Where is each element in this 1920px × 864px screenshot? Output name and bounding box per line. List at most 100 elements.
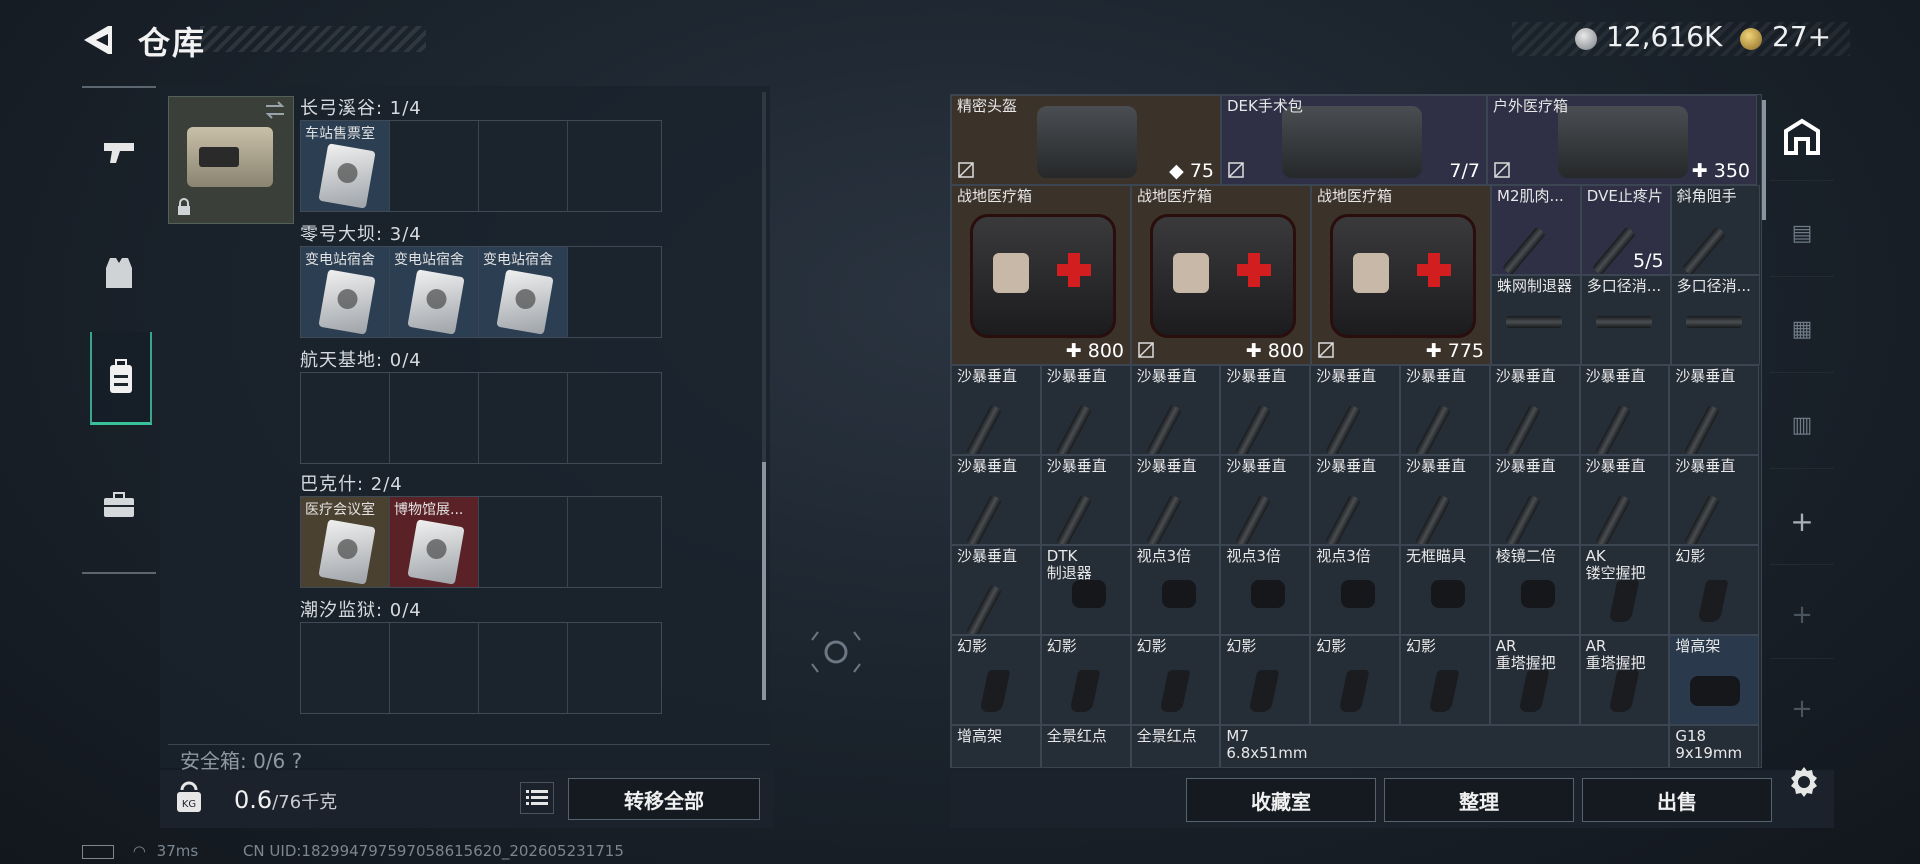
inventory-item[interactable]: 多口径消... bbox=[1580, 275, 1671, 365]
collection-room-button[interactable]: 收藏室 bbox=[1186, 778, 1376, 822]
item-name: 沙暴垂直 bbox=[1136, 367, 1197, 385]
nav-briefcase[interactable] bbox=[90, 460, 148, 550]
inventory-item[interactable]: M7 6.8x51mm bbox=[1220, 725, 1670, 767]
item-image bbox=[1681, 226, 1726, 274]
storage-icon bbox=[1784, 118, 1820, 155]
inventory-item[interactable]: 战地医疗箱 ✚ 800 bbox=[1131, 185, 1311, 365]
inventory-item[interactable]: AK 镂空握把 bbox=[1579, 545, 1670, 635]
inventory-item[interactable]: DVE止疼片 5/5 bbox=[1580, 185, 1671, 275]
inventory-item[interactable]: AR 重塔握把 bbox=[1489, 635, 1580, 725]
item-name: 棱镜二倍 bbox=[1495, 547, 1556, 565]
inventory-item[interactable]: 沙暴垂直 bbox=[951, 545, 1041, 635]
back-arrow-icon[interactable] bbox=[80, 22, 116, 58]
tab-storage-main[interactable] bbox=[1770, 94, 1834, 181]
inventory-item[interactable]: 沙暴垂直 bbox=[1579, 365, 1670, 455]
nav-armor[interactable] bbox=[90, 228, 148, 318]
inventory-item[interactable]: 幻影 bbox=[1040, 635, 1131, 725]
inventory-item[interactable]: 沙暴垂直 bbox=[1130, 455, 1221, 545]
page-title: 仓库 bbox=[138, 24, 207, 62]
item-name: AR 重塔握把 bbox=[1585, 637, 1646, 672]
tab-storage-iii[interactable]: ▥ bbox=[1770, 382, 1834, 469]
inventory-item[interactable]: 沙暴垂直 bbox=[1400, 455, 1490, 545]
category-nav bbox=[82, 86, 156, 574]
inventory-item[interactable]: 沙暴垂直 bbox=[1310, 455, 1400, 545]
inventory-item[interactable]: 幻影 bbox=[1220, 635, 1311, 725]
gear-icon[interactable] bbox=[1786, 764, 1822, 800]
item-image bbox=[1150, 214, 1296, 338]
inventory-item[interactable]: 无框瞄具 bbox=[1400, 545, 1490, 635]
no-insurance-icon bbox=[958, 162, 974, 178]
inventory-item[interactable]: 沙暴垂直 bbox=[1400, 365, 1490, 455]
inventory-item[interactable]: 战地医疗箱 ✚ 775 bbox=[1311, 185, 1491, 365]
item-name: 户外医疗箱 bbox=[1493, 97, 1569, 115]
key-card-slot[interactable]: 车站售票室 bbox=[301, 121, 390, 211]
key-card-slot[interactable]: 博物馆展... bbox=[390, 497, 479, 587]
inventory-item[interactable]: 蛛网制退器 bbox=[1491, 275, 1581, 365]
inventory-item[interactable]: 沙暴垂直 bbox=[1489, 365, 1580, 455]
tab-storage-iv-a[interactable]: ▤ bbox=[1770, 190, 1834, 277]
key-card-slot[interactable]: 变电站宿舍 bbox=[390, 247, 479, 337]
item-value-text: 775 bbox=[1447, 340, 1484, 362]
inventory-item[interactable]: DEK手术包 7/7 bbox=[1221, 95, 1487, 185]
inventory-item[interactable]: 视点3倍 bbox=[1310, 545, 1400, 635]
map-section-label: 潮汐监狱: 0/4 bbox=[300, 600, 422, 621]
inventory-item[interactable]: 沙暴垂直 bbox=[951, 365, 1041, 455]
transfer-all-button[interactable]: 转移全部 bbox=[568, 778, 760, 820]
inventory-item[interactable]: 沙暴垂直 bbox=[1310, 365, 1400, 455]
inventory-item[interactable]: 沙暴垂直 bbox=[1489, 455, 1580, 545]
inventory-item[interactable]: 幻影 bbox=[951, 635, 1041, 725]
inventory-item[interactable]: 多口径消... bbox=[1670, 275, 1761, 365]
key-card-slot[interactable]: 变电站宿舍 bbox=[301, 247, 390, 337]
item-image bbox=[1431, 580, 1465, 608]
inventory-item[interactable]: 沙暴垂直 bbox=[1130, 365, 1221, 455]
inventory-item[interactable]: 棱镜二倍 bbox=[1489, 545, 1580, 635]
tab-storage-iv-b[interactable]: ▦ bbox=[1770, 286, 1834, 373]
inventory-item[interactable]: 沙暴垂直 bbox=[1579, 455, 1670, 545]
inventory-item[interactable]: 幻影 bbox=[1669, 545, 1760, 635]
swap-icon[interactable] bbox=[262, 100, 288, 120]
inventory-item[interactable]: 沙暴垂直 bbox=[1669, 365, 1760, 455]
left-scrollbar[interactable] bbox=[762, 92, 766, 700]
inventory-item[interactable]: 精密头盔 ◆ 75 bbox=[951, 95, 1221, 185]
inventory-item[interactable]: 增高架 bbox=[1669, 635, 1760, 725]
sell-button[interactable]: 出售 bbox=[1582, 778, 1772, 822]
inventory-item[interactable]: 沙暴垂直 bbox=[1220, 365, 1311, 455]
key-card-image bbox=[407, 519, 465, 585]
empty-key-slot bbox=[479, 373, 568, 463]
item-name: 视点3倍 bbox=[1136, 547, 1192, 565]
inventory-item[interactable]: 沙暴垂直 bbox=[951, 455, 1041, 545]
inventory-item[interactable]: 全景红点 bbox=[1040, 725, 1131, 767]
inventory-item[interactable]: 沙暴垂直 bbox=[1669, 455, 1760, 545]
grid-scrollbar[interactable] bbox=[1762, 100, 1766, 220]
inventory-item[interactable]: 视点3倍 bbox=[1130, 545, 1221, 635]
list-view-button[interactable] bbox=[520, 782, 554, 814]
nav-weapon[interactable] bbox=[90, 106, 148, 196]
inventory-item[interactable]: M2肌肉... bbox=[1491, 185, 1581, 275]
inventory-item[interactable]: 幻影 bbox=[1130, 635, 1221, 725]
item-image bbox=[1608, 580, 1640, 622]
key-card-slot[interactable]: 医疗会议室 bbox=[301, 497, 390, 587]
inventory-item[interactable]: 户外医疗箱 ✚ 350 bbox=[1487, 95, 1757, 185]
silver-balance: 12,616K bbox=[1606, 20, 1723, 53]
nav-backpack[interactable] bbox=[90, 332, 152, 425]
inventory-item[interactable]: 视点3倍 bbox=[1220, 545, 1311, 635]
inventory-item[interactable]: DTK 制退器 bbox=[1040, 545, 1131, 635]
inventory-item[interactable]: AR 重塔握把 bbox=[1579, 635, 1670, 725]
inventory-item[interactable]: 斜角阻手 bbox=[1670, 185, 1761, 275]
inventory-item[interactable]: 战地医疗箱 ✚ 800 bbox=[951, 185, 1131, 365]
inventory-item[interactable]: 幻影 bbox=[1400, 635, 1490, 725]
add-tab-button[interactable]: + bbox=[1770, 478, 1834, 565]
inventory-item[interactable]: G18 9x19mm bbox=[1669, 725, 1760, 767]
key-card-slot[interactable]: 变电站宿舍 bbox=[479, 247, 568, 337]
inventory-item[interactable]: 增高架 bbox=[951, 725, 1041, 767]
organize-button[interactable]: 整理 bbox=[1384, 778, 1574, 822]
item-image bbox=[1235, 404, 1272, 454]
inventory-item[interactable]: 全景红点 bbox=[1130, 725, 1221, 767]
inventory-item[interactable]: 沙暴垂直 bbox=[1040, 455, 1131, 545]
gold-balance[interactable]: 27+ bbox=[1772, 20, 1831, 53]
inventory-item[interactable]: 幻影 bbox=[1310, 635, 1400, 725]
item-image bbox=[1037, 106, 1137, 178]
storage-tabs: ▤ ▦ ▥ + + + bbox=[1770, 94, 1834, 724]
inventory-item[interactable]: 沙暴垂直 bbox=[1040, 365, 1131, 455]
inventory-item[interactable]: 沙暴垂直 bbox=[1220, 455, 1311, 545]
